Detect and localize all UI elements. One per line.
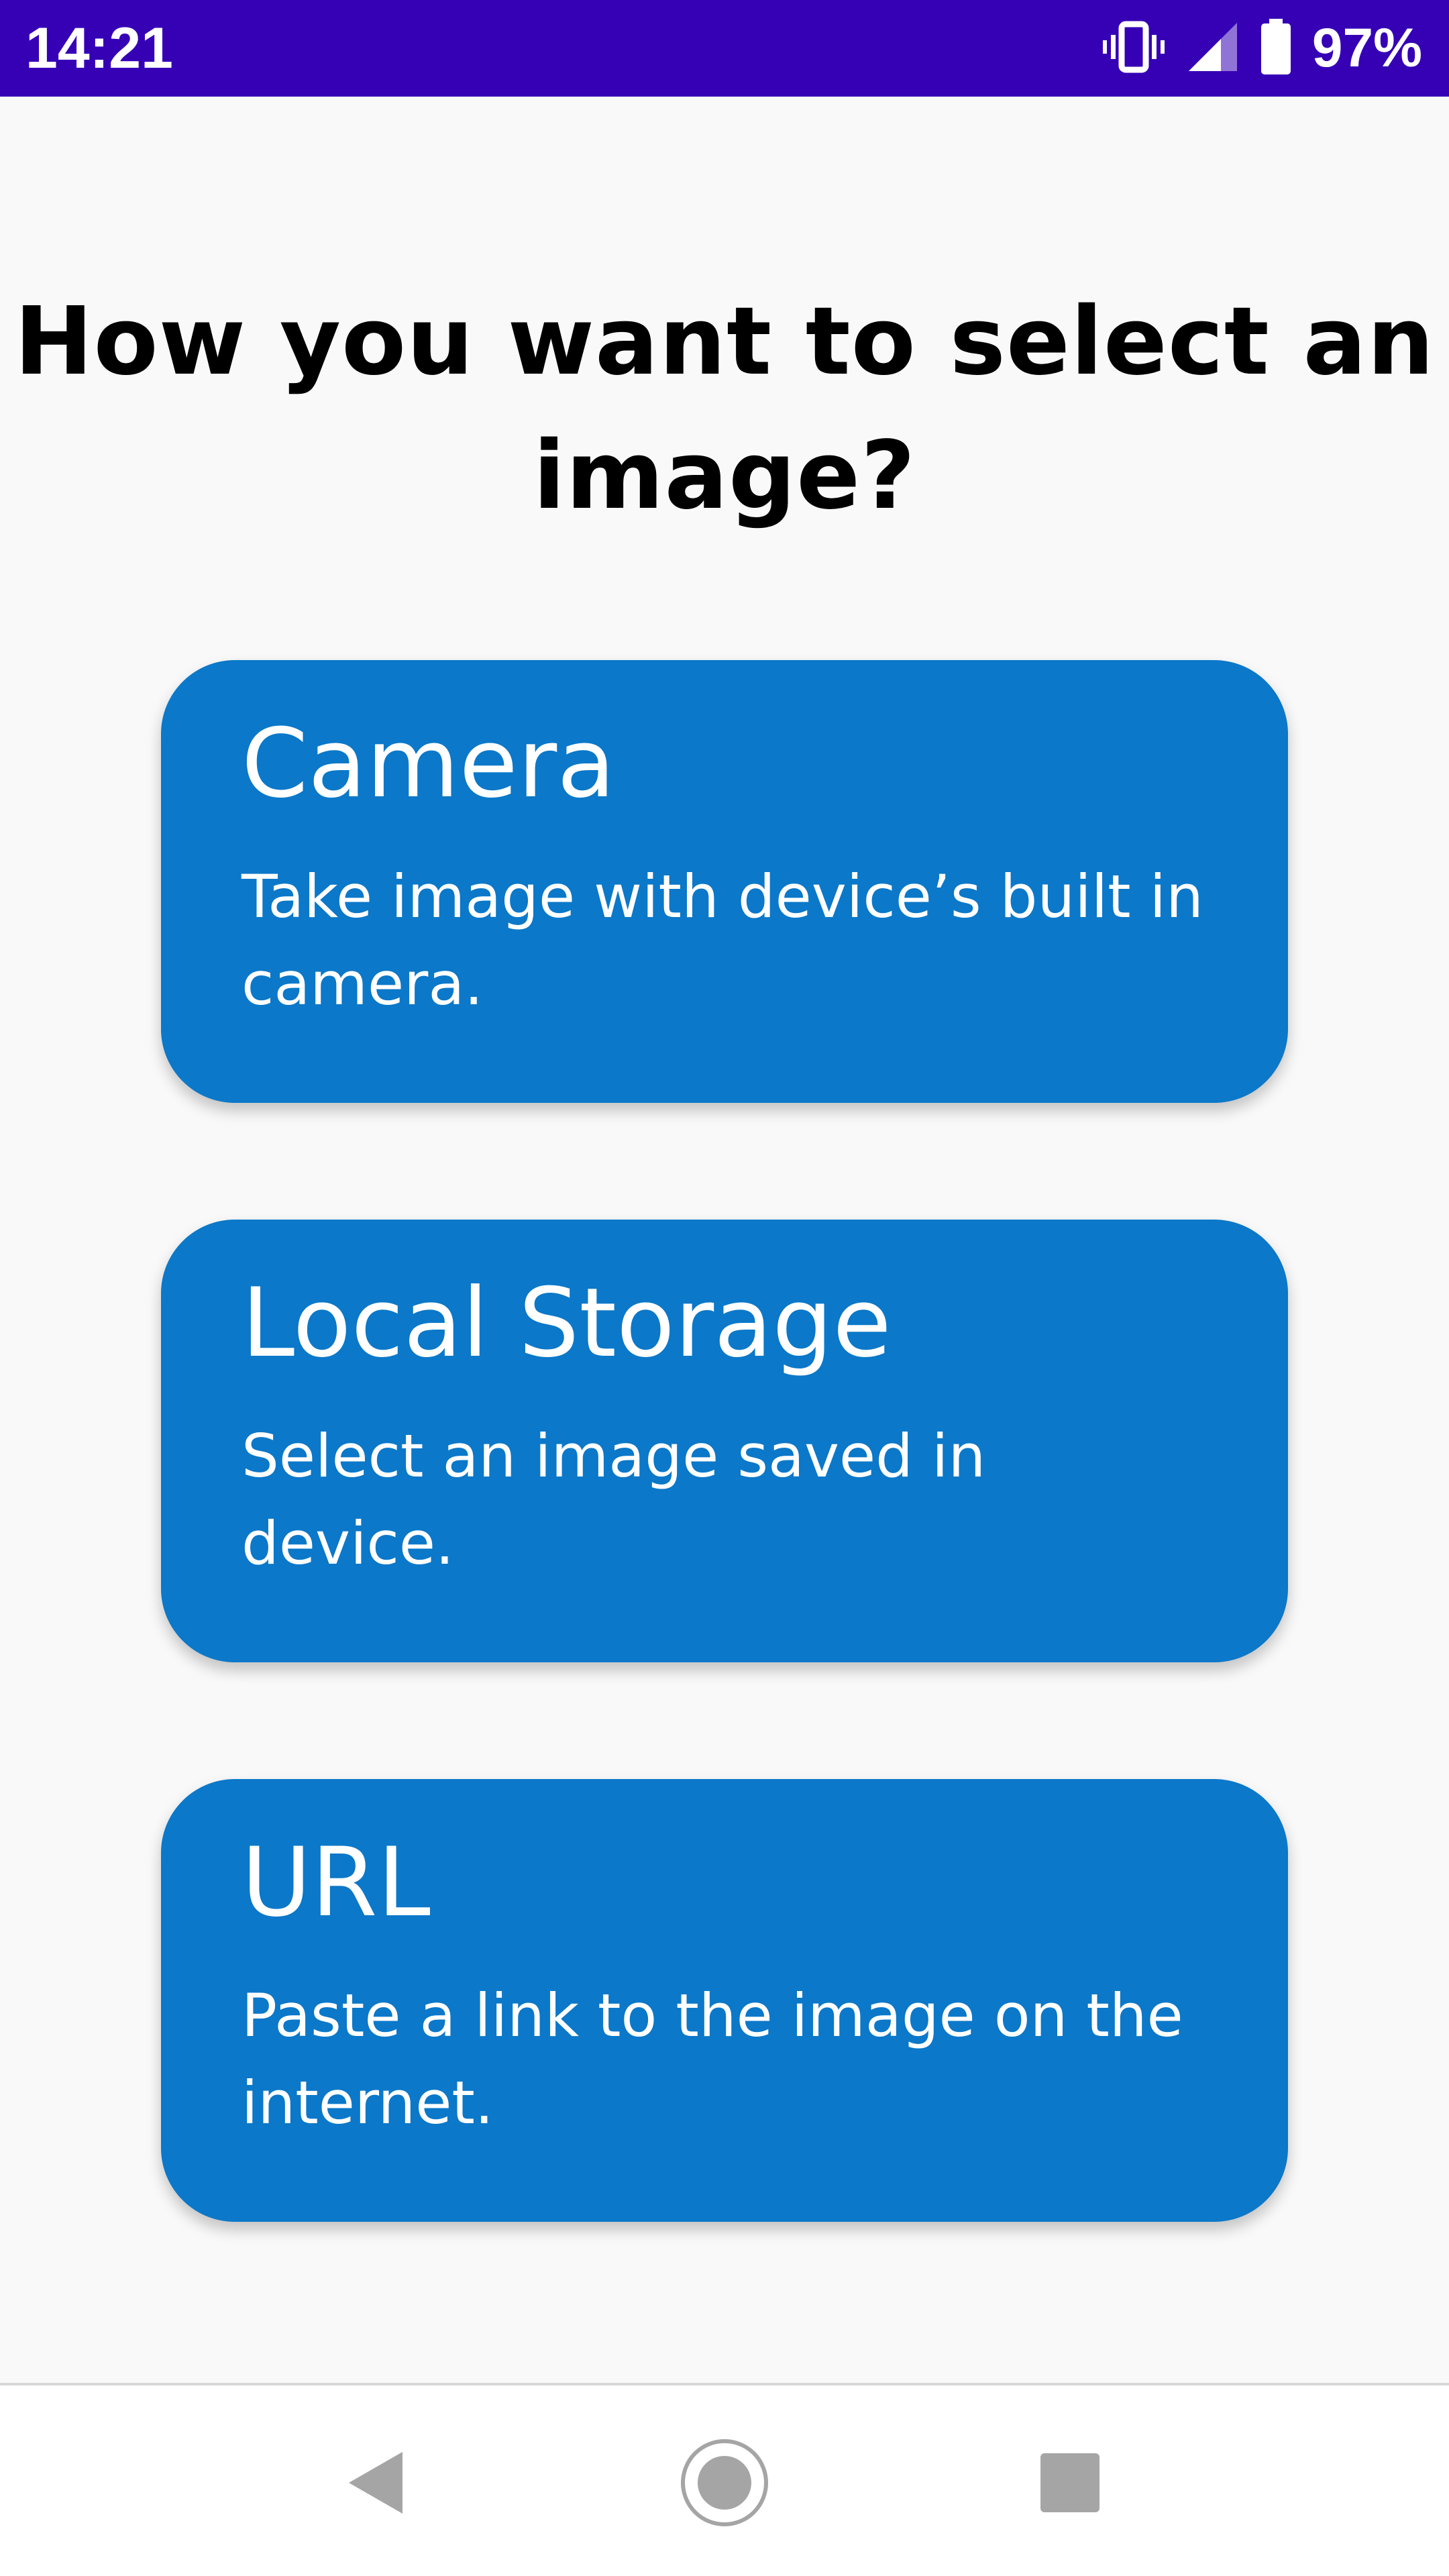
status-icons: 97% (1102, 13, 1422, 83)
recents-icon (1039, 2452, 1101, 2516)
recents-button[interactable] (1020, 2434, 1120, 2534)
home-button[interactable] (674, 2434, 775, 2534)
signal-icon (1186, 20, 1240, 76)
page-title-line-1: How you want to select an (14, 287, 1435, 396)
url-option-card[interactable]: URL Paste a link to the image on the int… (161, 1779, 1288, 2222)
page-title: How you want to select an image? (0, 275, 1449, 543)
navigation-bar (0, 2383, 1449, 2576)
back-icon (343, 2449, 408, 2519)
battery-percent: 97% (1311, 17, 1422, 78)
camera-option-card[interactable]: Camera Take image with device’s built in… (161, 660, 1288, 1103)
battery-icon (1260, 19, 1292, 78)
local-storage-option-card[interactable]: Local Storage Select an image saved in d… (161, 1220, 1288, 1662)
camera-option-description: Take image with device’s built in camera… (241, 862, 1203, 1018)
home-icon (679, 2437, 770, 2531)
url-option-description: Paste a link to the image on the interne… (241, 1981, 1183, 2137)
status-time: 14:21 (25, 16, 173, 80)
status-bar: 14:21 97% (0, 0, 1449, 97)
camera-option-title: Camera (241, 708, 616, 819)
local-storage-option-description: Select an image saved in device. (241, 1421, 986, 1578)
page-title-line-2: image? (533, 421, 916, 531)
local-storage-option-title: Local Storage (241, 1268, 892, 1379)
back-button[interactable] (325, 2434, 426, 2534)
vibrate-icon (1102, 20, 1166, 76)
url-option-title: URL (241, 1827, 431, 1938)
